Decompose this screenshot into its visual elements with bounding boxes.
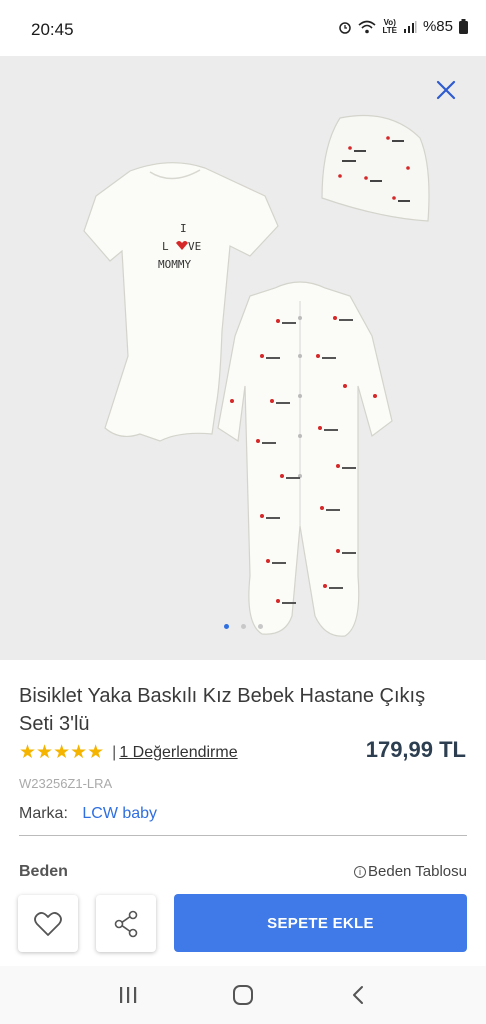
size-table-label: Beden Tablosu (368, 863, 467, 880)
reviews-link[interactable]: 1 Değerlendirme (119, 744, 237, 762)
close-icon (436, 80, 456, 100)
info-icon: i (354, 865, 367, 878)
print-line-2b: VE (188, 240, 201, 253)
product-image-gallery[interactable]: I L VE MOMMY (0, 56, 486, 660)
recent-apps-button[interactable] (108, 975, 148, 1015)
pagination-dot[interactable] (257, 624, 263, 629)
status-bar: 20:45 Vo) LTE %85 (0, 0, 486, 56)
wifi-icon (358, 20, 376, 33)
brand-row: Marka: LCW baby (19, 805, 157, 823)
status-icons: Vo) LTE %85 (338, 18, 468, 35)
add-to-cart-button[interactable]: SEPETE EKLE (174, 894, 467, 952)
battery-icon (459, 19, 468, 34)
share-button[interactable] (96, 895, 156, 952)
pagination-dot[interactable] (240, 624, 246, 629)
home-button[interactable] (223, 975, 263, 1015)
close-button[interactable] (434, 78, 458, 102)
product-price: 179,99 TL (365, 737, 466, 762)
size-label: Beden (19, 863, 68, 880)
rating-separator: | (112, 743, 117, 761)
pagination-dot-active[interactable] (223, 624, 229, 629)
sleepsuit-image (217, 281, 393, 637)
share-icon (114, 910, 138, 937)
volte-icon: Vo) LTE (382, 17, 397, 35)
gallery-pagination (0, 624, 486, 629)
heart-icon (34, 911, 62, 936)
favorite-button[interactable] (18, 895, 78, 952)
back-button[interactable] (338, 975, 378, 1015)
divider (19, 835, 467, 836)
hat-image (321, 114, 430, 222)
status-time: 20:45 (31, 20, 74, 39)
size-table-link[interactable]: i Beden Tablosu (354, 863, 467, 880)
product-title: Bisiklet Yaka Baskılı Kız Bebek Hastane … (19, 685, 426, 735)
print-line-2a: L (162, 240, 169, 253)
alarm-icon (339, 21, 352, 34)
battery-text: %85 (422, 18, 453, 35)
brand-label: Marka: (19, 805, 68, 822)
home-icon (232, 985, 253, 1005)
system-nav-bar (0, 966, 486, 1024)
print-line-3: MOMMY (158, 258, 191, 271)
star-rating-icon: ★★★★★ (19, 742, 105, 763)
brand-link[interactable]: LCW baby (82, 805, 157, 822)
back-icon (353, 986, 364, 1004)
product-image[interactable]: I L VE MOMMY (0, 56, 486, 660)
recent-apps-icon (119, 987, 136, 1003)
rating-row: ★★★★★ | 1 Değerlendirme (19, 741, 238, 764)
signal-icon (403, 20, 417, 33)
product-sku: W23256Z1-LRA (19, 776, 113, 791)
print-line-1: I (180, 222, 187, 235)
